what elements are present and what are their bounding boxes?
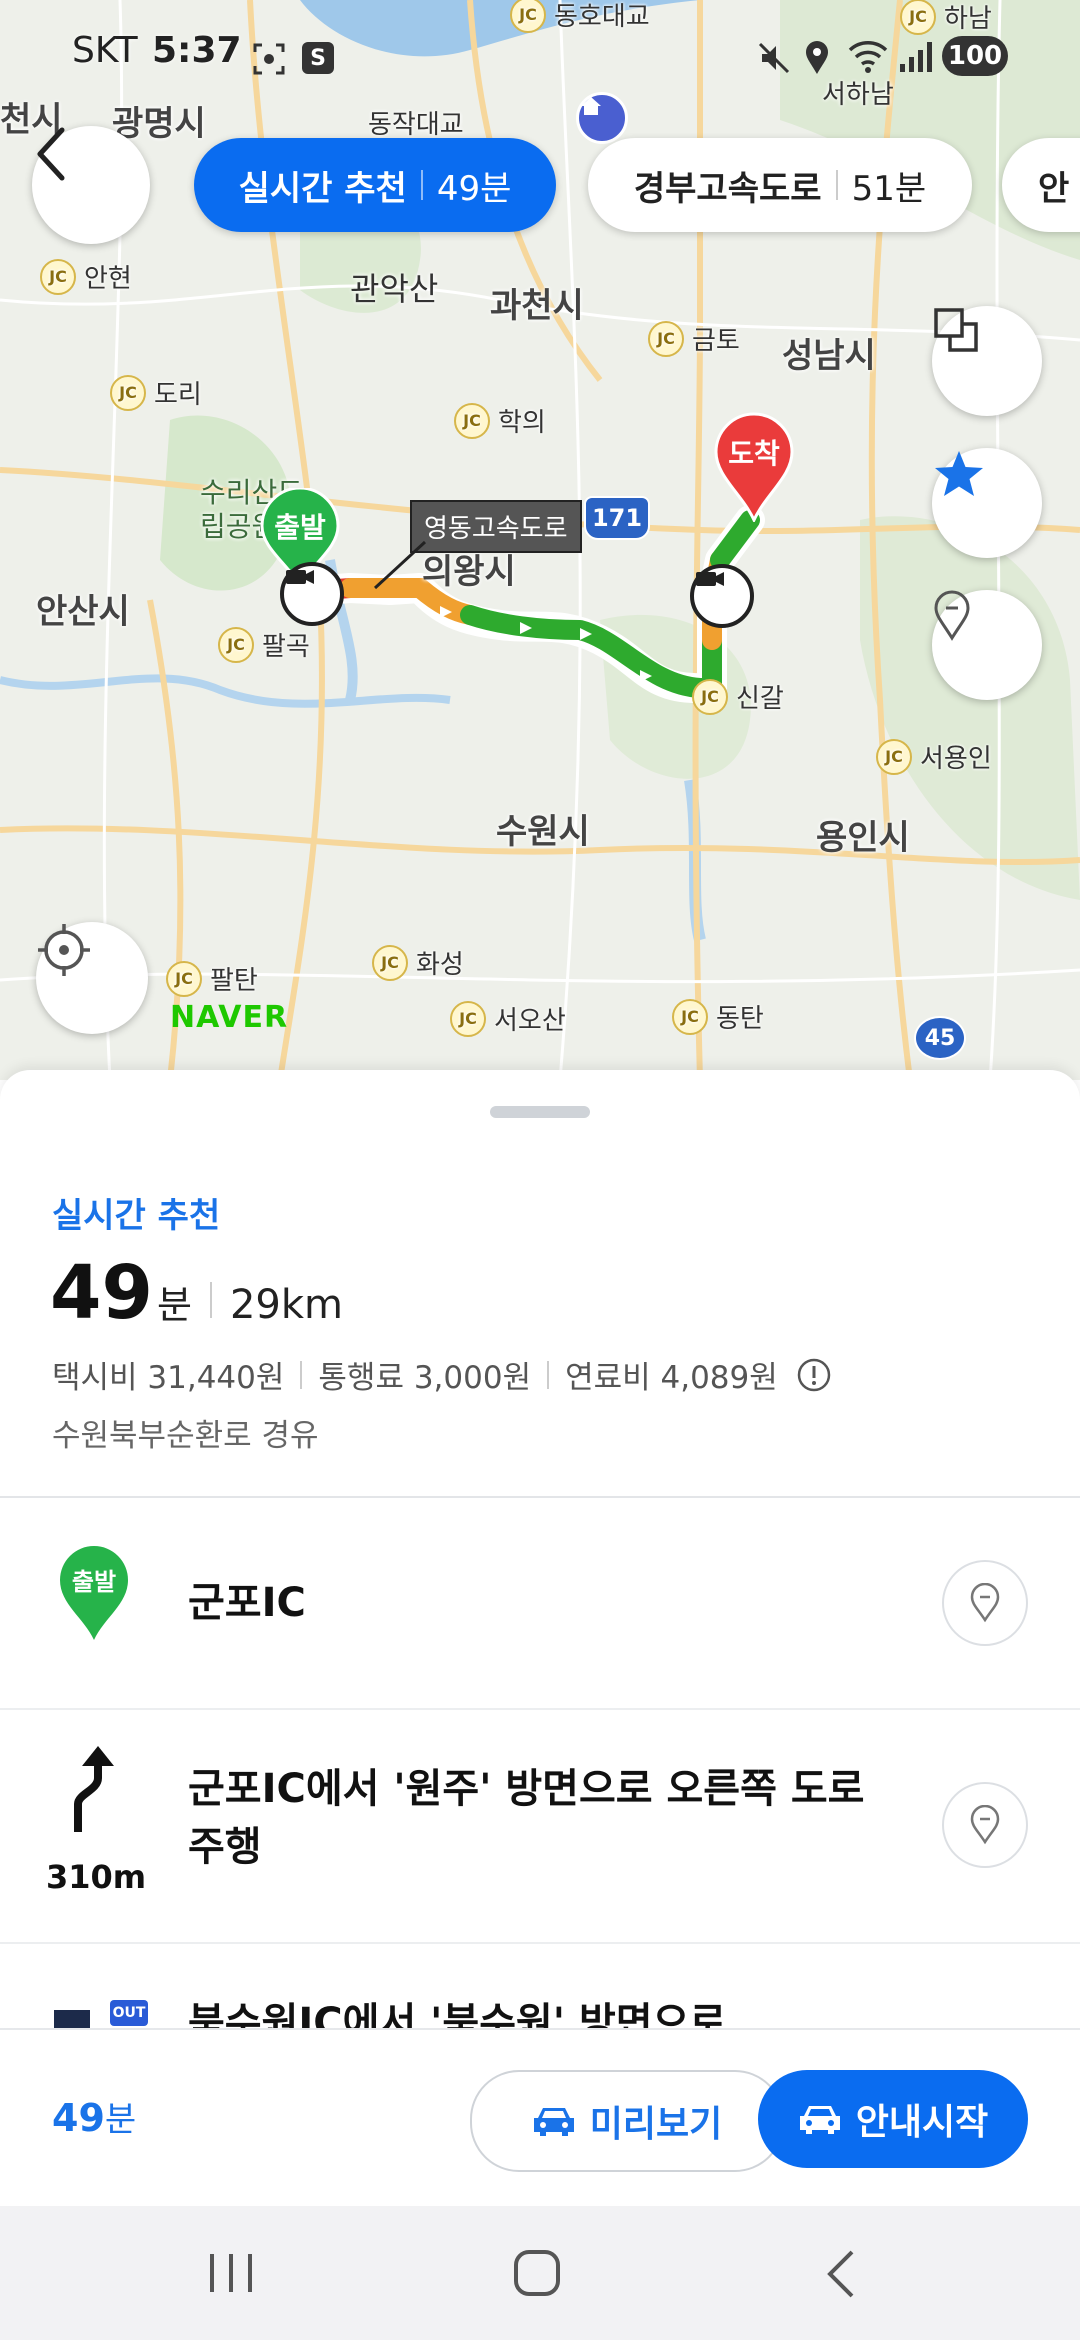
crosshair-icon <box>38 924 90 976</box>
road-name-tooltip: 영동고속도로 <box>410 500 582 553</box>
place-label: 동작대교 <box>368 110 464 140</box>
step-distance: 310m <box>46 1858 147 1896</box>
preview-label: 미리보기 <box>589 2104 723 2145</box>
route-chip-name: 경부고속도로 <box>633 168 822 209</box>
turn-right-icon <box>64 1744 124 1838</box>
my-location-button[interactable] <box>36 922 148 1034</box>
start-step-icon: 출발 <box>56 1544 132 1644</box>
place-label: 용인시 <box>816 818 910 858</box>
location-pin-button[interactable] <box>932 590 1042 700</box>
route-step[interactable]: 310m 군포IC에서 '원주' 방면으로 오른쪽 도로 주행 <box>0 1710 1080 1944</box>
app-notification-icon: S <box>302 42 334 74</box>
junction-label: JC 팔탄 <box>166 960 258 997</box>
recent-apps-icon[interactable] <box>206 2250 256 2300</box>
route-costs: 택시비 31,440원 통행료 3,000원 연료비 4,089원 <box>52 1352 832 1397</box>
fuel-cost: 연료비 4,089원 <box>565 1360 778 1396</box>
tooltip-pointer <box>373 540 427 590</box>
map-pin-icon <box>934 590 970 641</box>
layers-button[interactable] <box>932 306 1042 416</box>
chevron-left-icon <box>37 127 65 181</box>
place-label: 안산시 <box>36 592 130 632</box>
bottom-action-bar: 49분 미리보기 안내시작 <box>0 2028 1080 2208</box>
map-pin-icon <box>970 1583 1000 1623</box>
exit-out-badge: OUT <box>110 2000 148 2026</box>
start-navigation-button[interactable]: 안내시작 <box>758 2070 1028 2168</box>
naver-logo: NAVER <box>170 1000 289 1035</box>
map-pin-icon <box>970 1805 1000 1845</box>
highway-badge: 45 <box>914 1016 966 1060</box>
info-icon[interactable] <box>796 1357 832 1393</box>
route-chip-gyeongbu[interactable]: 경부고속도로 51분 <box>588 138 972 232</box>
route-step[interactable]: 출발 군포IC <box>0 1498 1080 1710</box>
sheet-drag-handle[interactable] <box>490 1106 590 1118</box>
junction-label: JC 화성 <box>372 944 464 981</box>
favorite-button[interactable] <box>932 448 1042 558</box>
route-chip-realtime[interactable]: 실시간 추천 49분 <box>194 138 556 232</box>
destination-marker-label: 도착 <box>728 437 780 470</box>
route-minutes-unit: 분 <box>156 1283 192 1327</box>
preview-button[interactable]: 미리보기 <box>470 2070 784 2172</box>
route-chip-name: 안 <box>1038 168 1070 209</box>
destination-marker[interactable]: 도착 <box>712 412 796 522</box>
home-icon[interactable] <box>512 2248 562 2302</box>
junction-label: JC 하남 <box>900 0 992 35</box>
place-label: 서하남 <box>822 80 894 110</box>
route-minutes: 49 <box>50 1250 153 1336</box>
taxi-fare: 택시비 31,440원 <box>52 1360 285 1396</box>
step-map-pin-button[interactable] <box>942 1782 1028 1868</box>
junction-label: JC 팔곡 <box>218 626 310 663</box>
home-pin-icon[interactable] <box>576 92 628 144</box>
car-icon <box>533 2108 574 2136</box>
status-time: 5:37 <box>152 30 242 71</box>
route-chip-time: 51분 <box>851 168 927 209</box>
junction-label: JC 서용인 <box>876 738 992 775</box>
map-view[interactable]: 광명시 관악산 과천시 성남시 의왕시 안산시 수원시 용인시 동작대교 서하남… <box>0 0 1080 1080</box>
road-badge: 171 <box>584 496 650 540</box>
junction-label: JC 안현 <box>40 258 132 295</box>
junction-label: JC 동탄 <box>672 998 764 1035</box>
junction-label: JC 학의 <box>454 402 546 439</box>
speed-camera-icon <box>280 562 344 626</box>
junction-label: JC 금토 <box>648 320 740 357</box>
system-navigation-bar <box>0 2206 1080 2340</box>
back-nav-icon[interactable] <box>822 2248 858 2304</box>
place-label: 수원시 <box>496 812 590 852</box>
junction-label: JC 서오산 <box>450 1000 566 1037</box>
total-time: 49분 <box>52 2096 137 2140</box>
route-distance: 29km <box>229 1282 343 1328</box>
battery-indicator: 100 <box>942 36 1008 76</box>
junction-label: JC 신갈 <box>692 678 784 715</box>
star-icon <box>935 451 983 496</box>
step-map-pin-button[interactable] <box>942 1560 1028 1646</box>
back-button[interactable] <box>32 126 150 244</box>
speed-camera-icon <box>690 564 754 628</box>
car-icon <box>799 2106 840 2134</box>
place-label: 관악산 <box>350 270 439 308</box>
start-navigation-label: 안내시작 <box>855 2102 989 2143</box>
place-label: 성남시 <box>782 336 876 376</box>
junction-label: JC 동호대교 <box>510 0 650 33</box>
route-chip-name: 실시간 추천 <box>238 168 407 209</box>
toll-fee: 통행료 3,000원 <box>318 1360 532 1396</box>
start-step-label: 출발 <box>71 1568 117 1596</box>
route-chip-time: 49분 <box>436 168 512 209</box>
step-instruction: 군포IC에서 '원주' 방면으로 오른쪽 도로 주행 <box>188 1766 865 1870</box>
route-via: 수원북부순환로 경유 <box>52 1418 319 1454</box>
start-marker-label: 출발 <box>274 511 326 544</box>
step-instruction: 군포IC <box>188 1580 306 1626</box>
route-type-label: 실시간 추천 <box>52 1196 221 1236</box>
route-time-summary: 49 분 29km <box>50 1250 343 1336</box>
status-carrier: SKT <box>72 30 138 71</box>
place-label: 과천시 <box>490 286 584 326</box>
junction-label: JC 도리 <box>110 374 202 411</box>
layers-icon <box>934 308 978 352</box>
